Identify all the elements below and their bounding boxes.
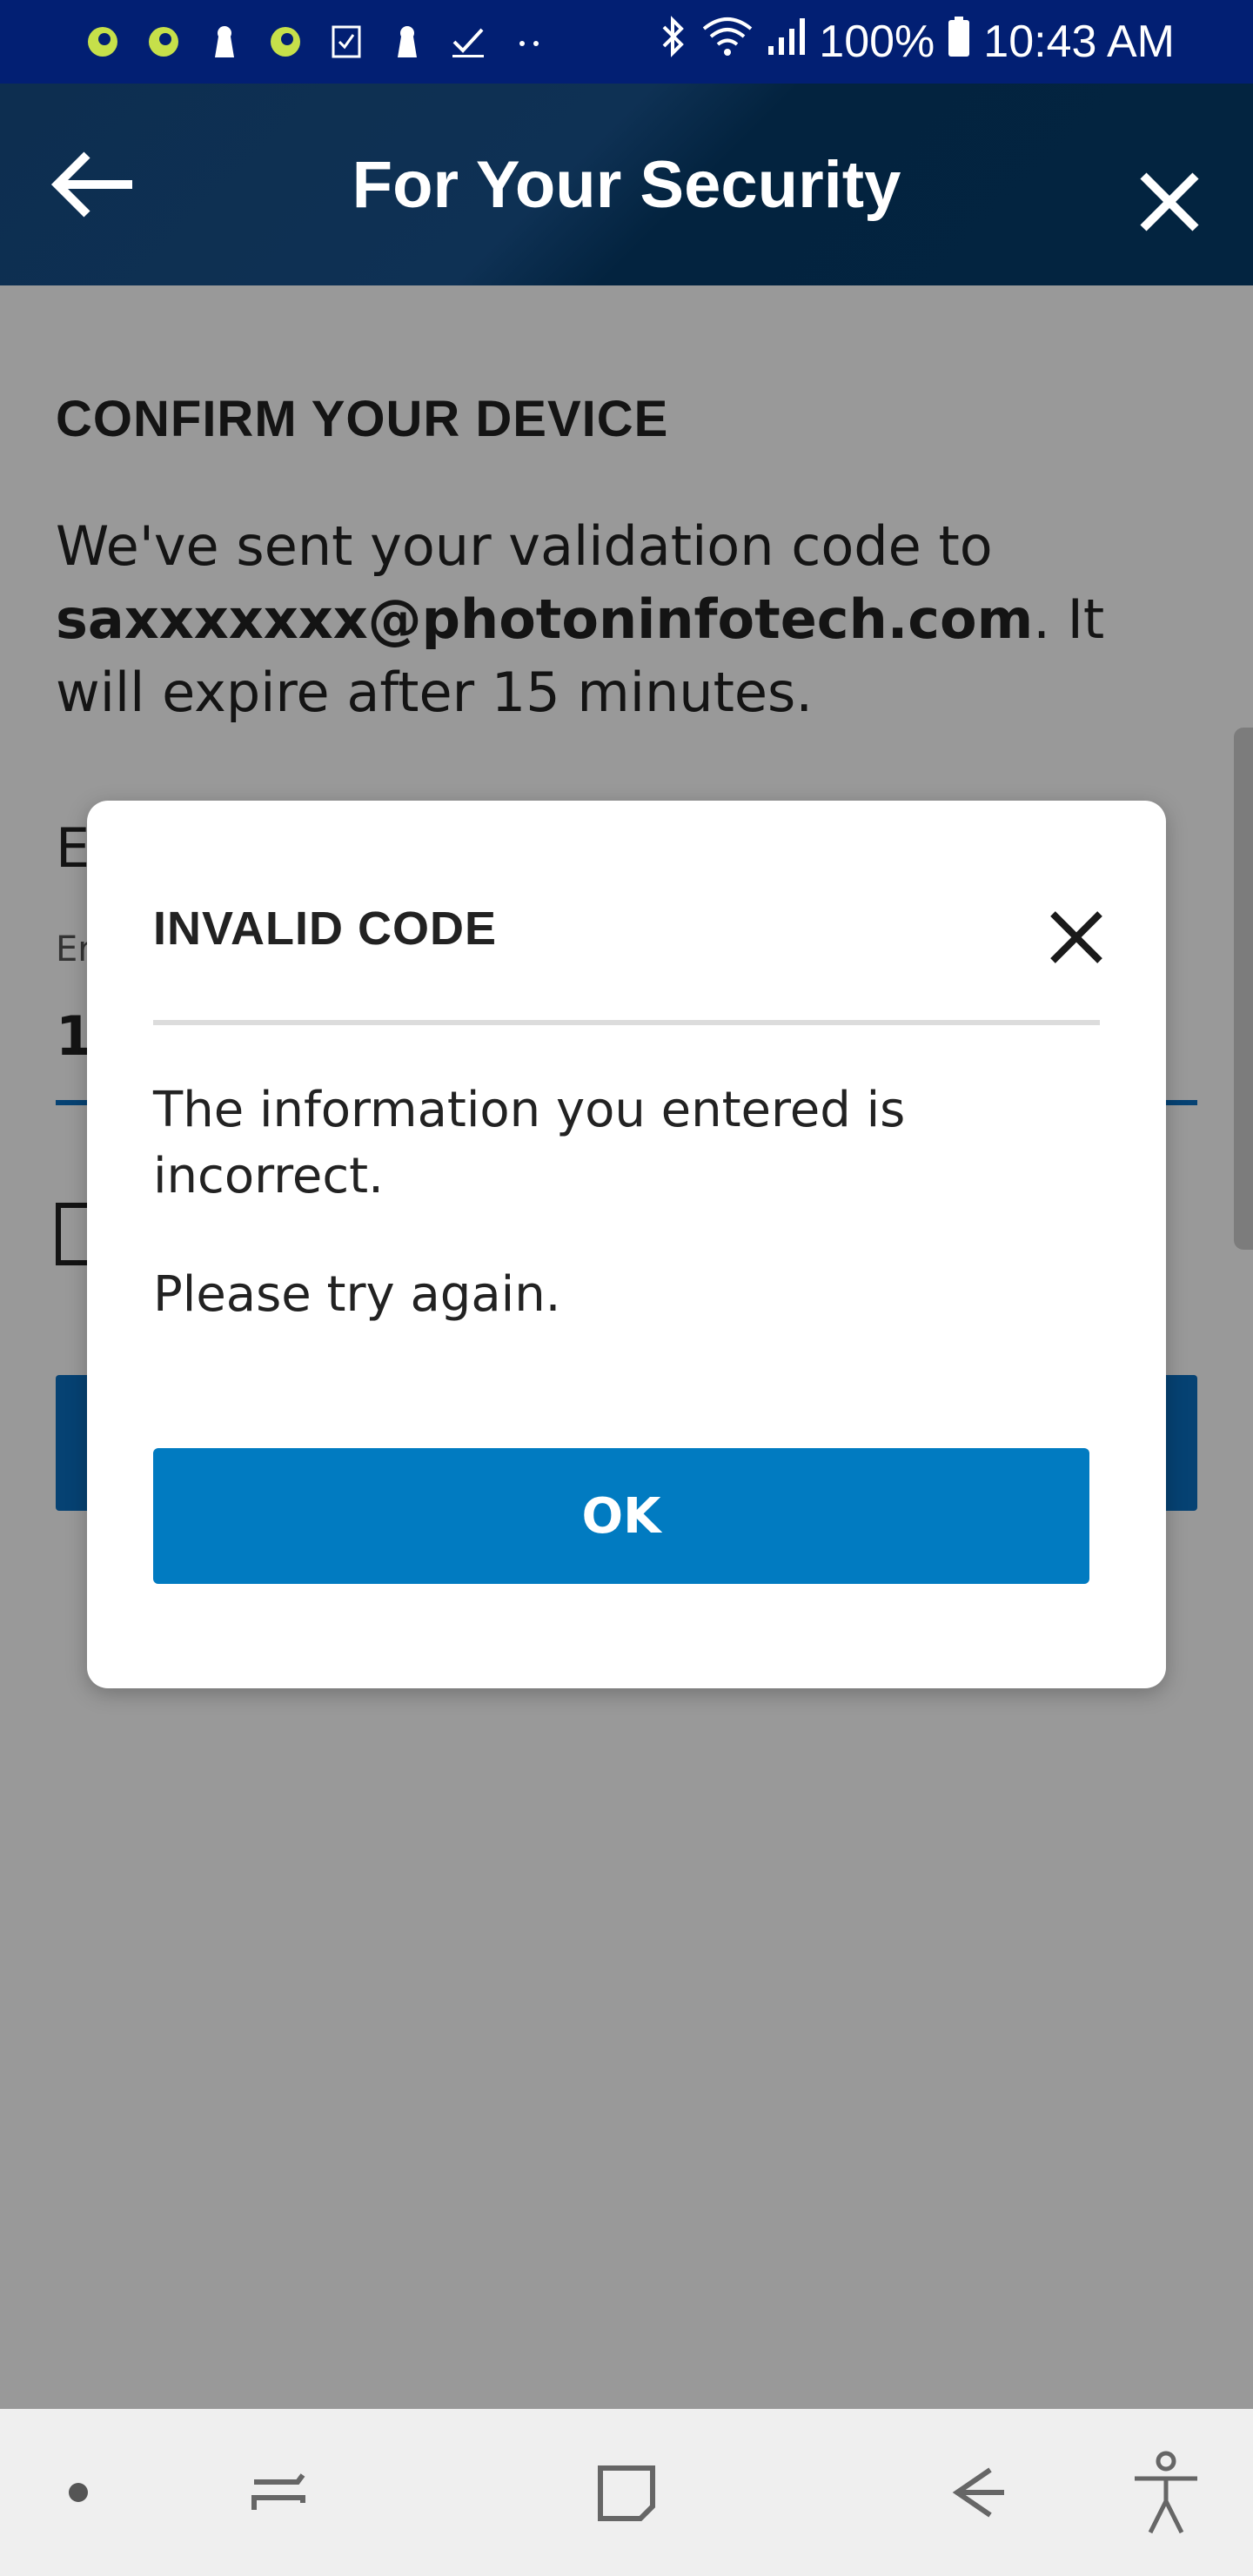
system-nav-bar	[0, 2409, 1253, 2576]
bluetooth-icon	[659, 15, 688, 70]
nav-dot-icon[interactable]	[35, 2409, 122, 2576]
battery-percent: 100%	[819, 17, 935, 67]
clock: 10:43 AM	[983, 17, 1175, 67]
status-bar: 100% 10:43 AM	[0, 0, 1253, 84]
app-notification-icon	[266, 23, 305, 61]
keyhole-icon	[388, 23, 426, 61]
app-bar: For Your Security	[0, 84, 1253, 285]
invalid-code-dialog: INVALID CODE The information you entered…	[87, 801, 1166, 1688]
check-icon	[449, 23, 487, 61]
recent-apps-icon[interactable]	[226, 2409, 331, 2576]
app-notification-icon	[84, 23, 122, 61]
notification-icons	[84, 23, 548, 61]
dialog-message: The information you entered is incorrect…	[153, 1082, 906, 1204]
back-icon[interactable]	[922, 2409, 1027, 2576]
page-title: For Your Security	[352, 147, 901, 222]
close-icon[interactable]	[1046, 907, 1107, 968]
keyhole-icon	[205, 23, 244, 61]
close-icon[interactable]	[1135, 167, 1204, 237]
back-arrow-icon[interactable]	[49, 146, 144, 223]
app-notification-icon	[144, 23, 183, 61]
wifi-icon	[700, 15, 754, 70]
home-icon[interactable]	[574, 2409, 679, 2576]
dialog-title: INVALID CODE	[153, 902, 498, 955]
accessibility-icon[interactable]	[1114, 2409, 1218, 2576]
system-status: 100% 10:43 AM	[659, 15, 1175, 70]
ok-button[interactable]: OK	[153, 1448, 1089, 1584]
checklist-icon	[327, 23, 365, 61]
battery-icon	[947, 15, 971, 70]
signal-icon	[767, 15, 807, 70]
dialog-divider	[153, 1020, 1100, 1025]
more-dots-icon	[510, 23, 548, 61]
dialog-retry-message: Please try again.	[153, 1266, 561, 1323]
